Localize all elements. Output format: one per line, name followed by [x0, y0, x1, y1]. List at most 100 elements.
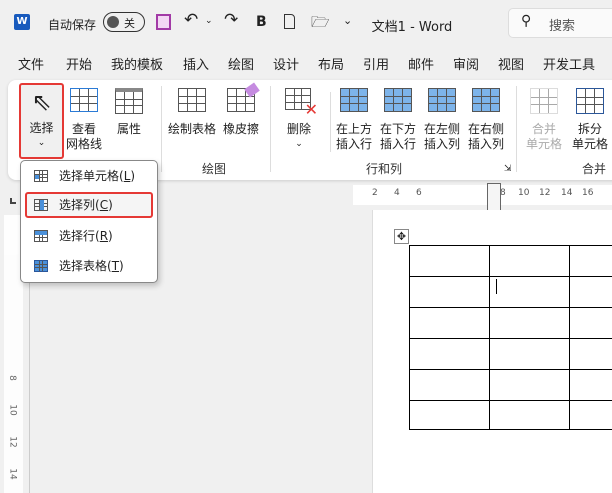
delete-table-icon: ✕ — [285, 88, 318, 118]
menu-developer[interactable]: 开发工具 — [543, 54, 595, 73]
menu-design[interactable]: 设计 — [273, 54, 299, 73]
select-button[interactable]: ⇖ 选择 ⌄ — [19, 83, 64, 159]
insert-right-button[interactable]: 在右侧 插入列 — [465, 88, 507, 152]
bold-button[interactable]: B — [256, 14, 267, 30]
tab-selector-icon[interactable] — [10, 198, 16, 204]
insert-left-label-2: 插入列 — [423, 137, 460, 151]
select-table-item[interactable]: 选择表格(T) — [25, 253, 153, 279]
insert-below-label-2: 插入行 — [379, 137, 416, 151]
select-cell-icon — [34, 170, 48, 182]
insert-left-button[interactable]: 在左侧 插入列 — [421, 88, 463, 152]
draw-table-button[interactable]: 绘制表格 — [166, 88, 218, 137]
ruler-tick: 4 — [394, 188, 400, 198]
redo-icon[interactable]: ↷ — [224, 10, 238, 30]
separator — [330, 92, 331, 152]
menu-draw[interactable]: 绘图 — [228, 54, 254, 73]
search-box[interactable]: ⚲ 搜索 — [508, 8, 612, 38]
select-column-item[interactable]: 选择列(C) — [25, 192, 153, 218]
properties-label: 属性 — [116, 122, 141, 136]
item-end: ) — [108, 198, 113, 212]
view-gridlines-button[interactable]: 查看 网格线 — [64, 88, 104, 152]
menu-review[interactable]: 审阅 — [453, 54, 479, 73]
horizontal-ruler[interactable]: 2 4 6 8 10 12 14 16 — [353, 183, 612, 211]
word-logo-icon: W — [14, 14, 30, 30]
item-label: 选择列( — [59, 198, 100, 212]
text-cursor — [496, 279, 497, 294]
table-move-handle-icon[interactable]: ✥ — [394, 229, 409, 244]
separator — [270, 86, 271, 172]
search-placeholder: 搜索 — [549, 19, 576, 34]
select-column-icon — [34, 199, 48, 211]
indent-marker[interactable] — [487, 183, 501, 211]
item-key: R — [99, 229, 109, 243]
autosave-label: 自动保存 — [48, 18, 97, 32]
item-label: 选择表格( — [59, 259, 112, 273]
menu-view[interactable]: 视图 — [498, 54, 524, 73]
insert-left-label-1: 在左侧 — [423, 122, 460, 136]
ruler-tick: 14 — [561, 188, 573, 198]
insert-above-label-2: 插入行 — [335, 137, 372, 151]
item-label: 选择行( — [59, 229, 100, 243]
menu-references[interactable]: 引用 — [363, 54, 389, 73]
separator — [516, 86, 517, 172]
new-document-icon[interactable] — [284, 14, 295, 29]
item-end: ) — [130, 169, 136, 183]
menu-insert[interactable]: 插入 — [183, 54, 209, 73]
toggle-knob — [107, 16, 119, 28]
group-rows-cols-label: 行和列 — [366, 162, 403, 176]
dialog-launcher-icon[interactable]: ⇲ — [504, 164, 512, 174]
split-label-2: 单元格 — [571, 137, 608, 151]
ruler-tick: 2 — [372, 188, 378, 198]
menu-file[interactable]: 文件 — [18, 54, 44, 73]
item-key: C — [99, 198, 109, 212]
merge-label-1: 合并 — [531, 122, 556, 136]
eraser-icon — [227, 82, 260, 112]
select-row-item[interactable]: 选择行(R) — [25, 223, 153, 249]
insert-column-left-icon — [428, 88, 456, 112]
insert-right-label-2: 插入列 — [467, 137, 504, 151]
eraser-label: 橡皮擦 — [222, 122, 259, 136]
ruler-tick: 12 — [539, 188, 551, 198]
item-key: T — [111, 259, 120, 273]
draw-table-pencil-icon — [178, 88, 206, 112]
insert-above-button[interactable]: 在上方 插入行 — [333, 88, 375, 152]
menu-layout[interactable]: 布局 — [318, 54, 344, 73]
ruler-tick: 6 — [416, 188, 422, 198]
ruler-tick: 10 — [7, 404, 18, 416]
insert-above-label-1: 在上方 — [335, 122, 372, 136]
split-cells-icon — [576, 88, 604, 114]
ruler-tick: 10 — [518, 188, 530, 198]
insert-row-below-icon — [384, 88, 412, 112]
select-label: 选择 — [29, 121, 54, 135]
undo-icon[interactable]: ↶ — [184, 10, 198, 30]
ruler-tick: 12 — [7, 436, 18, 448]
insert-column-right-icon — [472, 88, 500, 112]
delete-button[interactable]: ✕ 删除 ⌄ — [278, 88, 320, 152]
separator — [161, 86, 162, 172]
insert-below-button[interactable]: 在下方 插入行 — [377, 88, 419, 152]
menu-mailings[interactable]: 邮件 — [408, 54, 434, 73]
item-end: ) — [119, 259, 124, 273]
menu-home[interactable]: 开始 — [66, 54, 92, 73]
save-icon[interactable] — [156, 14, 171, 30]
undo-dropdown-icon[interactable]: ⌄ — [205, 16, 213, 26]
properties-button[interactable]: 属性 — [108, 88, 150, 137]
select-cell-item[interactable]: 选择单元格(L) — [25, 163, 153, 189]
ruler-tick: 16 — [582, 188, 594, 198]
document-page[interactable] — [372, 210, 612, 493]
ruler-tick: 8 — [6, 375, 17, 381]
ruler-tick: 14 — [7, 468, 18, 480]
item-label: 选择单元格( — [59, 169, 124, 183]
view-gridlines-label-2: 网格线 — [65, 137, 102, 151]
autosave-toggle[interactable]: 关 — [103, 12, 145, 32]
merge-label-2: 单元格 — [525, 137, 562, 151]
gridlines-icon — [70, 88, 98, 112]
view-gridlines-label-1: 查看 — [71, 122, 96, 136]
menu-templates[interactable]: 我的模板 — [111, 54, 163, 73]
eraser-button[interactable]: 橡皮擦 — [220, 82, 262, 137]
merge-cells-button[interactable]: 合并 单元格 — [522, 88, 566, 152]
split-cells-button[interactable]: 拆分 单元格 — [568, 88, 612, 152]
select-row-icon — [34, 230, 48, 242]
draw-table-label: 绘制表格 — [167, 122, 216, 136]
split-label-1: 拆分 — [577, 122, 602, 136]
